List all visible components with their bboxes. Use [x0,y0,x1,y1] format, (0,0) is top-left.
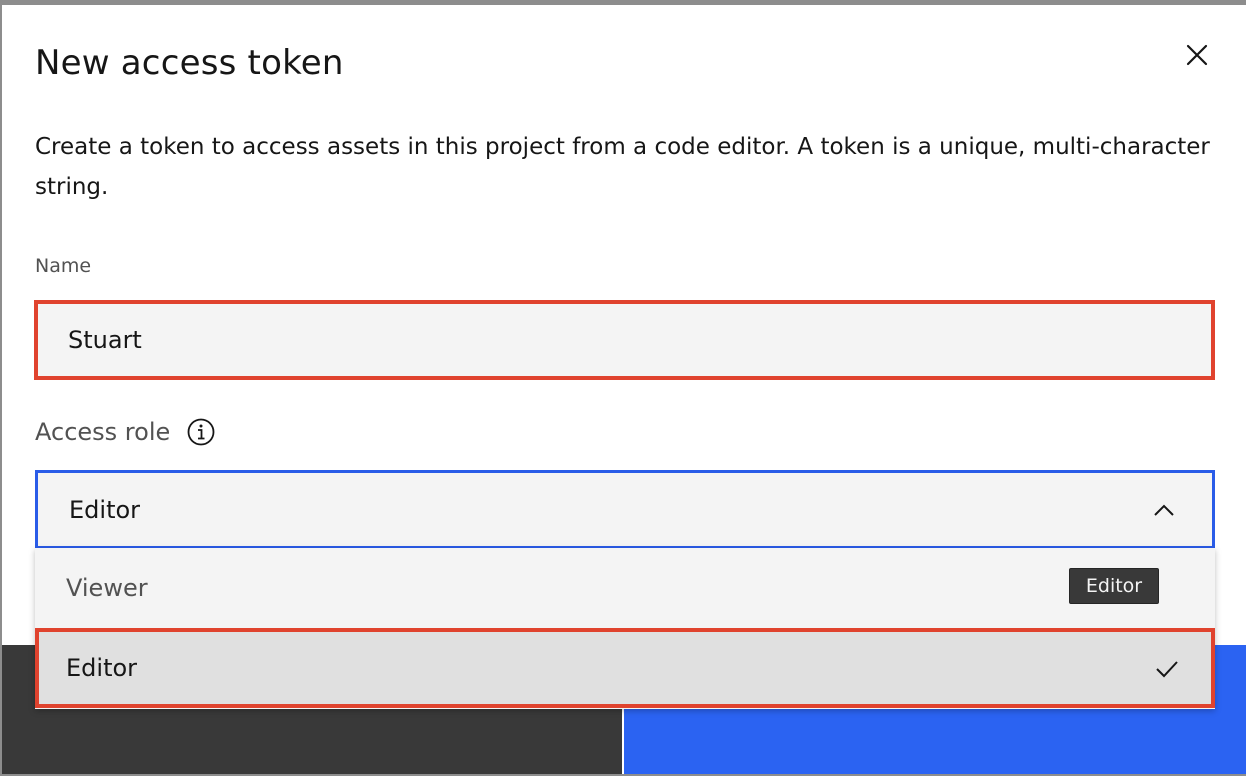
chevron-up-icon [1154,504,1174,516]
access-role-selected-value: Editor [69,495,141,524]
name-input[interactable] [34,300,1215,380]
checkmark-icon [1156,661,1178,678]
access-role-option-viewer[interactable]: Viewer [35,548,1215,628]
access-role-label: Access role [35,418,171,446]
dialog-description: Create a token to access assets in this … [35,134,1210,200]
option-label: Editor [66,654,138,682]
modal-dialog: New access token Create a token to acces… [2,5,1246,774]
option-tooltip: Editor [1069,568,1159,604]
close-button[interactable] [1182,40,1212,70]
access-role-menu: Viewer Editor [35,548,1215,709]
dialog-title: New access token [35,43,344,83]
access-role-option-editor[interactable]: Editor [35,628,1215,708]
access-role-dropdown[interactable]: Editor [35,470,1215,549]
name-label: Name [35,255,92,277]
info-icon[interactable] [186,417,216,447]
access-role-label-row: Access role [35,417,216,447]
close-icon [1186,44,1208,66]
option-label: Viewer [66,574,148,602]
